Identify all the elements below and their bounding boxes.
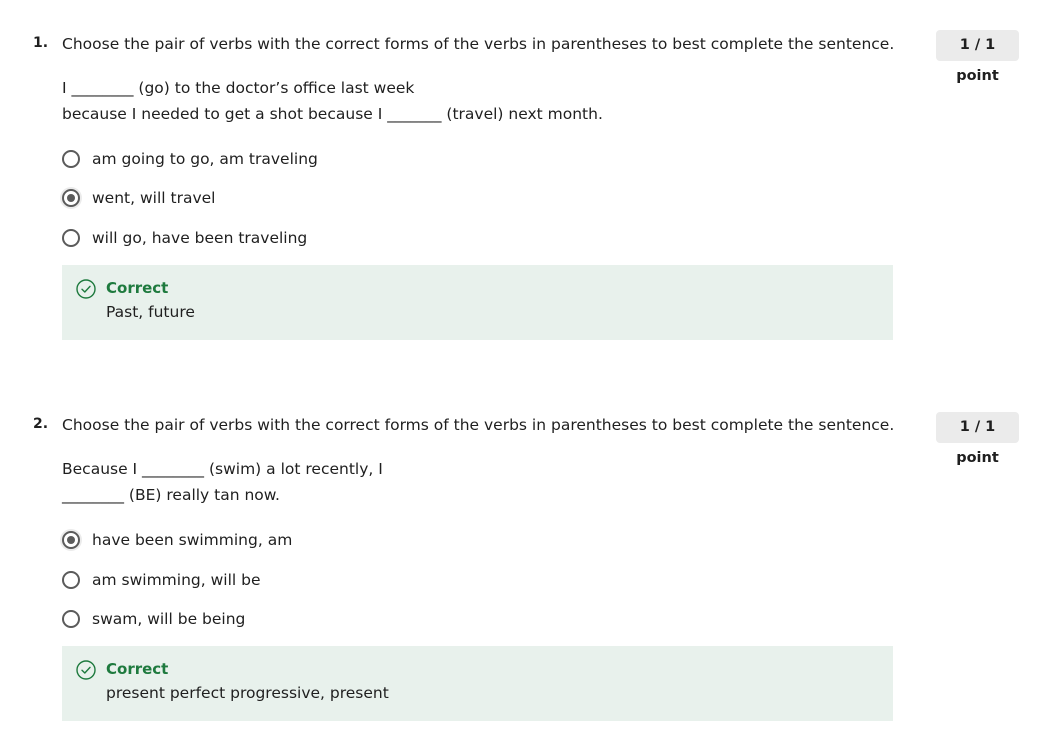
answer-option[interactable]: went, will travel	[62, 186, 215, 210]
option-label: went, will travel	[92, 189, 216, 207]
radio-button[interactable]	[62, 610, 80, 628]
option-label: will go, have been traveling	[92, 229, 308, 247]
answer-option[interactable]: have been swimming, am	[62, 528, 292, 552]
points-badge: 1 / 1 point	[936, 412, 1019, 466]
answer-option[interactable]: am swimming, will be	[62, 568, 261, 592]
option-label: have been swimming, am	[92, 531, 293, 549]
radio-button[interactable]	[62, 229, 80, 247]
radio-button[interactable]	[62, 571, 80, 589]
question-prompt: Choose the pair of verbs with the correc…	[62, 416, 895, 434]
radio-button-selected[interactable]	[62, 531, 80, 549]
answer-option[interactable]: am going to go, am traveling	[62, 147, 318, 171]
option-label: am swimming, will be	[92, 571, 261, 589]
check-circle-icon	[76, 279, 96, 299]
feedback-panel: Correct Past, future	[62, 265, 893, 340]
feedback-status: Correct	[106, 279, 169, 297]
sentence-line: I ________ (go) to the doctor’s office l…	[62, 79, 415, 97]
sentence-line: ________ (BE) really tan now.	[62, 486, 280, 504]
feedback-explanation: Past, future	[106, 303, 195, 321]
question-number: 1.	[33, 35, 49, 51]
feedback-explanation: present perfect progressive, present	[106, 684, 389, 702]
sentence-line: Because I ________ (swim) a lot recently…	[62, 460, 383, 478]
question-number: 2.	[33, 416, 49, 432]
sentence-line: because I needed to get a shot because I…	[62, 105, 603, 123]
question-prompt: Choose the pair of verbs with the correc…	[62, 35, 895, 53]
check-circle-icon	[76, 660, 96, 680]
radio-button[interactable]	[62, 150, 80, 168]
feedback-status: Correct	[106, 660, 169, 678]
feedback-panel: Correct present perfect progressive, pre…	[62, 646, 893, 721]
answer-option[interactable]: swam, will be being	[62, 607, 245, 631]
option-label: am going to go, am traveling	[92, 150, 318, 168]
answer-option[interactable]: will go, have been traveling	[62, 226, 307, 250]
radio-button-selected[interactable]	[62, 189, 80, 207]
points-badge: 1 / 1 point	[936, 30, 1019, 84]
option-label: swam, will be being	[92, 610, 246, 628]
